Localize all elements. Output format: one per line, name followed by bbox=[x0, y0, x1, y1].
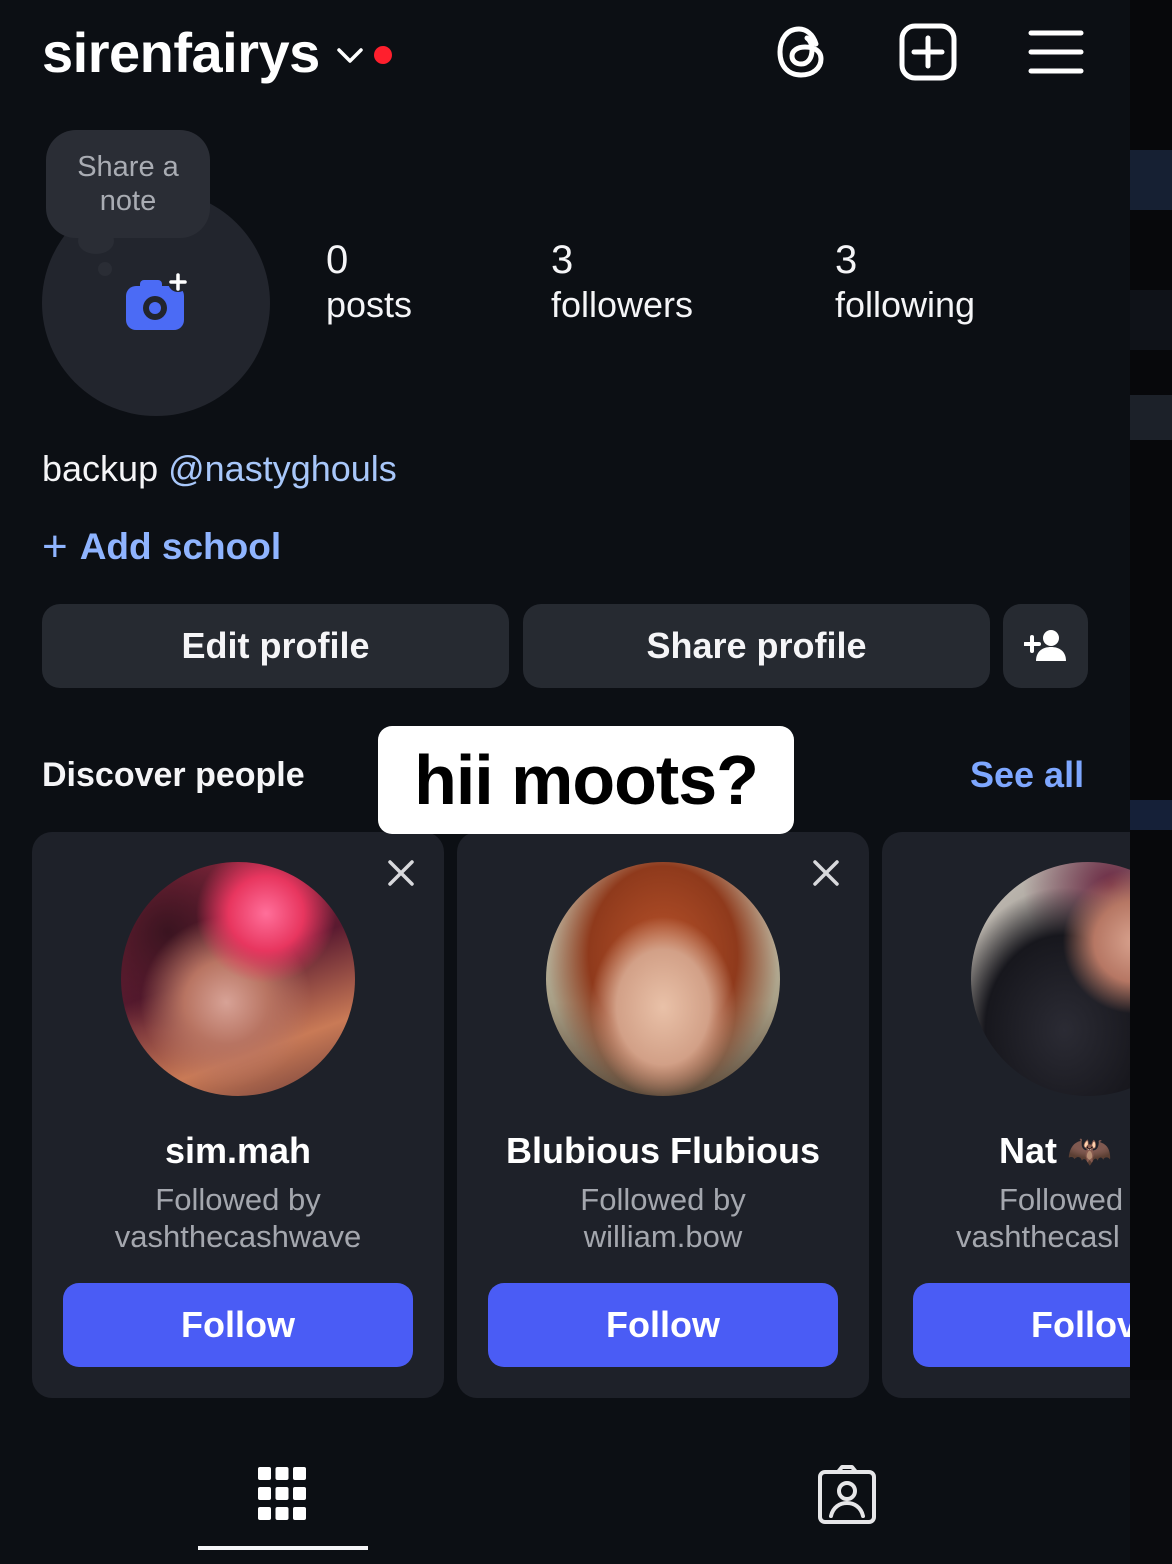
chevron-down-icon bbox=[337, 47, 363, 63]
stat-following-label: following bbox=[835, 284, 976, 325]
discover-people-button[interactable] bbox=[1003, 604, 1088, 688]
close-icon[interactable] bbox=[811, 858, 841, 888]
followed-by-label: Followed by bbox=[155, 1182, 321, 1217]
followed-by-user: vashthecashwave bbox=[114, 1219, 362, 1254]
note-bubble-tail-dot bbox=[98, 262, 112, 276]
suggestion-name[interactable]: Nat 🦇 bbox=[882, 1130, 1130, 1172]
camera-add-icon[interactable] bbox=[124, 272, 190, 334]
stat-following[interactable]: 3 following bbox=[835, 238, 975, 328]
suggestion-avatar[interactable] bbox=[971, 862, 1130, 1096]
bio-text: backup bbox=[42, 448, 159, 489]
suggestion-avatar[interactable] bbox=[546, 862, 780, 1096]
menu-icon[interactable] bbox=[1026, 22, 1086, 82]
adjacent-screen-edge bbox=[1130, 0, 1172, 1564]
active-tab-indicator bbox=[198, 1546, 368, 1550]
new-post-icon[interactable] bbox=[898, 22, 958, 82]
share-profile-button[interactable]: Share profile bbox=[523, 604, 990, 688]
notification-dot bbox=[373, 45, 392, 64]
stat-posts-value: 0 bbox=[326, 238, 349, 282]
tagged-icon[interactable] bbox=[816, 1464, 878, 1526]
stat-following-value: 3 bbox=[835, 238, 858, 282]
follow-button[interactable]: Follov bbox=[913, 1283, 1130, 1367]
suggestion-card-blubious-flubious[interactable]: Blubious Flubious Followed by william.bo… bbox=[457, 832, 869, 1398]
stat-posts-label: posts bbox=[326, 284, 413, 325]
grid-icon[interactable] bbox=[256, 1464, 308, 1524]
followed-by-user: vashthecasl bbox=[956, 1219, 1120, 1254]
suggestion-name[interactable]: sim.mah bbox=[32, 1130, 444, 1172]
followed-by-label: Followed by bbox=[580, 1182, 746, 1217]
bio-mention-link[interactable]: @nastyghouls bbox=[168, 448, 397, 489]
stat-followers[interactable]: 3 followers bbox=[551, 238, 693, 328]
follow-button[interactable]: Follow bbox=[488, 1283, 838, 1367]
plus-icon: + bbox=[42, 522, 68, 571]
add-school-label: Add school bbox=[79, 526, 282, 567]
stat-followers-label: followers bbox=[551, 284, 694, 325]
close-icon[interactable] bbox=[386, 858, 416, 888]
suggestion-card-sim-mah[interactable]: sim.mah Followed by vashthecashwave Foll… bbox=[32, 832, 444, 1398]
edit-profile-button[interactable]: Edit profile bbox=[42, 604, 509, 688]
followed-by-label: Followed bbox=[999, 1182, 1124, 1217]
add-school-link[interactable]: + Add school bbox=[42, 522, 282, 571]
username: sirenfairys bbox=[42, 21, 320, 84]
suggestion-card-nat[interactable]: Nat 🦇 Followed vashthecasl Follov bbox=[882, 832, 1130, 1398]
followed-by-user: william.bow bbox=[583, 1219, 743, 1254]
text-sticker: hii moots? bbox=[378, 726, 794, 834]
suggestion-avatar[interactable] bbox=[121, 862, 355, 1096]
see-all-link[interactable]: See all bbox=[970, 754, 1084, 796]
discover-people-title: Discover people bbox=[42, 756, 305, 794]
stat-posts[interactable]: 0 posts bbox=[326, 238, 412, 328]
profile-screen: sirenfairys Share a note 0 posts 3 follo… bbox=[0, 0, 1130, 1564]
suggestion-name[interactable]: Blubious Flubious bbox=[457, 1130, 869, 1172]
follow-button[interactable]: Follow bbox=[63, 1283, 413, 1367]
username-switcher[interactable]: sirenfairys bbox=[42, 20, 392, 85]
stat-followers-value: 3 bbox=[551, 238, 574, 282]
bio: backup @nastyghouls bbox=[42, 448, 397, 490]
share-note-bubble[interactable]: Share a note bbox=[46, 130, 210, 238]
threads-icon[interactable] bbox=[772, 22, 832, 82]
add-person-icon bbox=[1023, 630, 1066, 661]
